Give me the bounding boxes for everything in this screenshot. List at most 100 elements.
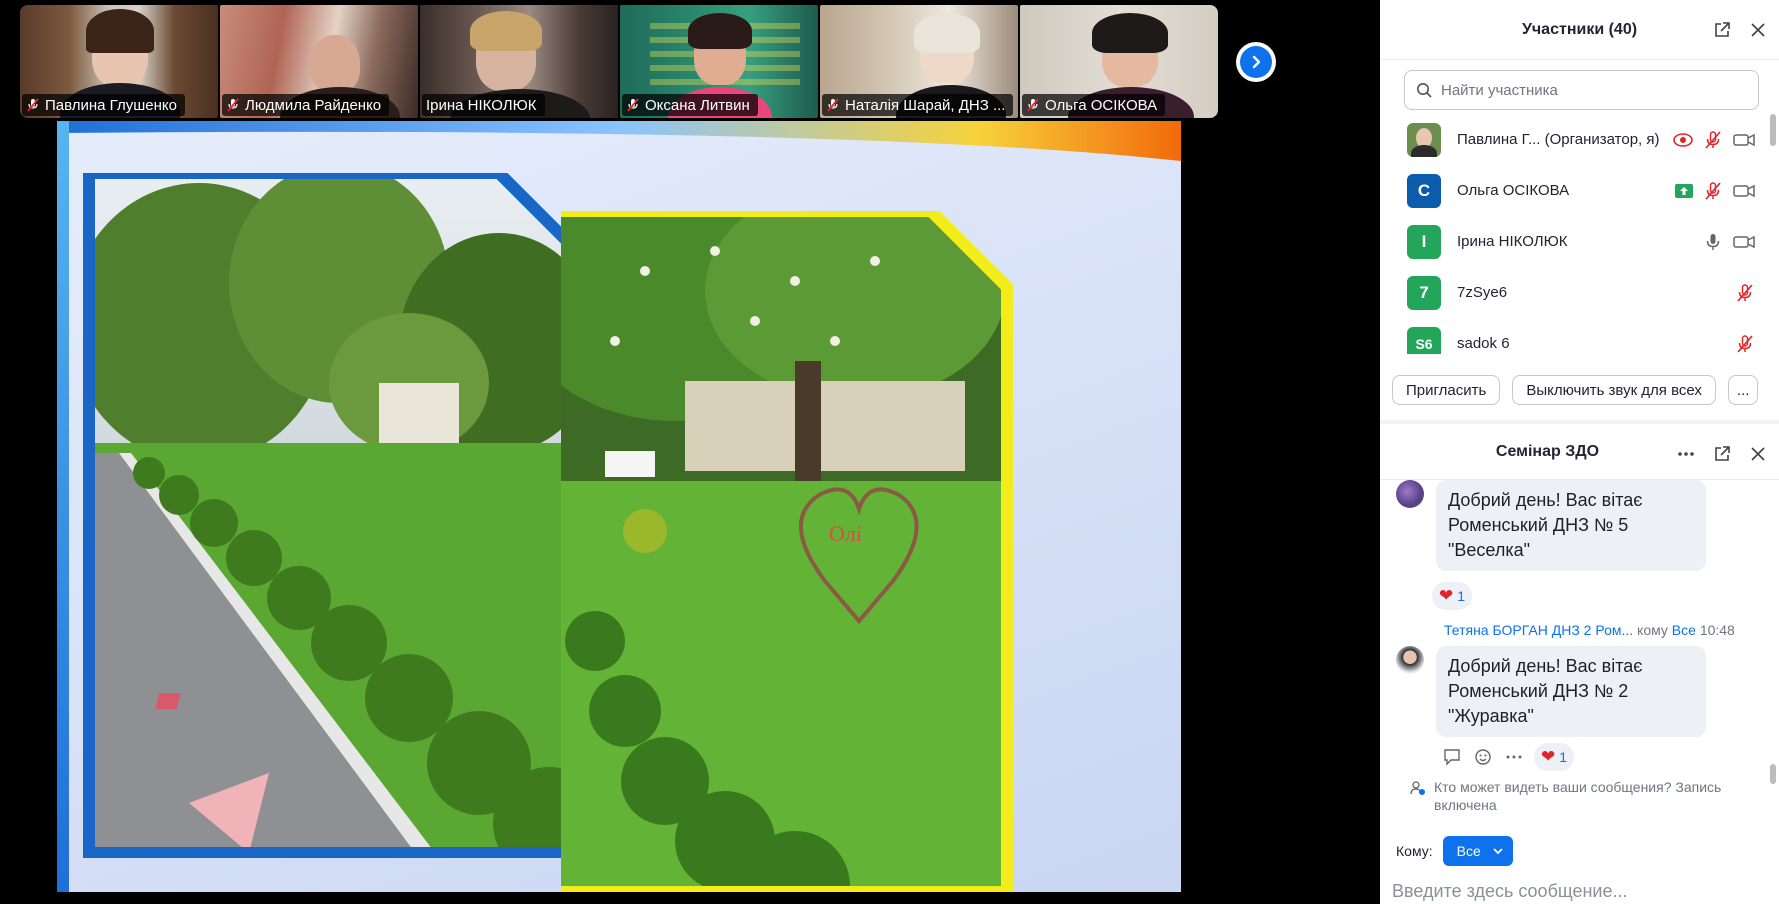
- close-icon: [1751, 23, 1765, 37]
- message-sender-line: Тетяна БОРГАН ДНЗ 2 Ром... кому Все 10:4…: [1444, 622, 1735, 638]
- mic-icon[interactable]: [1703, 232, 1723, 252]
- heart-icon: ❤: [1541, 747, 1556, 766]
- participant-row[interactable]: 7 7zSye6: [1380, 267, 1779, 318]
- chat-header: Семінар ЗДО: [1380, 424, 1779, 480]
- participant-name-label: Людмила Райденко: [222, 94, 390, 116]
- close-participants-button[interactable]: [1747, 19, 1769, 41]
- participant-name: Павлина Глушенко: [45, 96, 177, 114]
- chat-panel: Семінар ЗДО Добрий день! Вас вітає Ромен…: [1380, 420, 1779, 904]
- share-screen-icon: [1675, 183, 1693, 198]
- chat-title: Семінар ЗДО: [1495, 442, 1600, 460]
- video-tile-active-speaker[interactable]: Ірина НІКОЛЮК: [420, 5, 618, 118]
- record-icon: [1673, 132, 1693, 147]
- mute-all-button[interactable]: Выключить звук для всех: [1512, 375, 1716, 405]
- chat-more-button[interactable]: [1675, 443, 1697, 465]
- invite-button[interactable]: Пригласить: [1392, 375, 1501, 405]
- gallery-next-page-button[interactable]: [1236, 42, 1276, 82]
- recipient-label: Кому:: [1396, 843, 1433, 859]
- participant-name-label: Ольга ОСІКОВА: [1022, 94, 1166, 116]
- chat-message[interactable]: Добрий день! Вас вітає Роменський ДНЗ № …: [1436, 646, 1706, 737]
- close-chat-button[interactable]: [1747, 443, 1769, 465]
- video-tile[interactable]: Павлина Глушенко: [20, 5, 218, 118]
- avatar: [1396, 646, 1424, 674]
- avatar: [1407, 122, 1441, 157]
- avatar: С: [1407, 173, 1441, 208]
- heart-sign-text: Олі: [829, 521, 862, 546]
- video-tile[interactable]: Оксана Литвин: [620, 5, 818, 118]
- participant-name-label: Оксана Литвин: [622, 94, 758, 116]
- participant-search: [1404, 70, 1759, 110]
- participants-scrollbar[interactable]: [1770, 114, 1776, 354]
- participant-search-input[interactable]: [1404, 70, 1759, 110]
- avatar: 7: [1407, 275, 1441, 310]
- recipient-prefix: кому: [1637, 622, 1668, 638]
- mic-muted-icon[interactable]: [1735, 334, 1755, 354]
- popout-chat-button[interactable]: [1711, 443, 1733, 465]
- video-tile[interactable]: Людмила Райденко: [220, 5, 418, 118]
- participant-row[interactable]: С Ольга ОСІКОВА: [1380, 165, 1779, 216]
- mic-muted-icon[interactable]: [1703, 181, 1723, 201]
- participant-name-label: Наталія Шарай, ДНЗ ...: [822, 94, 1014, 116]
- participant-row-name: Павлина Г... (Организатор, я): [1457, 131, 1660, 148]
- heart-icon: ❤: [1439, 586, 1454, 605]
- reaction-count: 1: [1457, 588, 1466, 604]
- avatar-initial: І: [1421, 231, 1427, 251]
- more-horizontal-icon[interactable]: [1506, 754, 1522, 760]
- reaction-badge[interactable]: ❤ 1: [1432, 582, 1473, 610]
- popout-participants-button[interactable]: [1711, 19, 1733, 41]
- slide-decorative-stripe: [57, 121, 1181, 161]
- add-reaction-icon[interactable]: [1474, 748, 1494, 766]
- recipient-select-value: Все: [1456, 843, 1481, 859]
- recipient-select[interactable]: Все: [1442, 836, 1513, 866]
- avatar: [1396, 480, 1424, 508]
- scrollbar-thumb[interactable]: [1770, 764, 1776, 784]
- video-icon[interactable]: [1733, 132, 1755, 148]
- chat-messages: Добрий день! Вас вітає Роменський ДНЗ № …: [1380, 480, 1779, 780]
- slide-left-edge: [57, 121, 69, 892]
- participant-row[interactable]: S6 sadok 6: [1380, 318, 1779, 354]
- avatar-initial: S6: [1415, 335, 1433, 352]
- search-icon: [1417, 83, 1432, 98]
- mic-muted-icon: [227, 98, 239, 112]
- participant-row-name: 7zSye6: [1457, 284, 1508, 301]
- participants-actions: Пригласить Выключить звук для всех ...: [1380, 375, 1779, 405]
- chat-scrollbar[interactable]: [1770, 484, 1776, 784]
- recipient-row: Кому: Все: [1396, 836, 1513, 866]
- video-gallery-strip: Павлина Глушенко Людмила Райденко Ірина …: [20, 5, 1220, 118]
- participant-name: Людмила Райденко: [245, 96, 382, 114]
- participant-row[interactable]: Павлина Г... (Организатор, я): [1380, 114, 1779, 165]
- mic-muted-icon[interactable]: [1735, 283, 1755, 303]
- reply-icon[interactable]: [1442, 748, 1462, 766]
- more-options-button[interactable]: ...: [1727, 375, 1759, 405]
- slide-photo-right: Олі: [561, 211, 1013, 892]
- video-tile[interactable]: Ольга ОСІКОВА: [1020, 5, 1218, 118]
- avatar: І: [1407, 224, 1441, 259]
- video-icon[interactable]: [1733, 183, 1755, 199]
- participant-row-name: sadok 6: [1457, 335, 1510, 352]
- sender-name[interactable]: Тетяна БОРГАН ДНЗ 2 Ром...: [1444, 622, 1633, 638]
- chevron-down-icon: [1493, 847, 1503, 854]
- side-panel: Участники (40) Павлина Г...: [1380, 0, 1779, 904]
- chat-message-input[interactable]: [1392, 876, 1767, 904]
- zoom-meeting-window: Павлина Глушенко Людмила Райденко Ірина …: [0, 0, 1779, 904]
- participants-header: Участники (40): [1380, 0, 1779, 60]
- reaction-badge[interactable]: ❤ 1: [1534, 743, 1575, 771]
- message-time: 10:48: [1699, 622, 1735, 638]
- participant-row-name: Ірина НІКОЛЮК: [1457, 233, 1568, 250]
- participant-row[interactable]: І Ірина НІКОЛЮК: [1380, 216, 1779, 267]
- chat-visibility-note[interactable]: Кто может видеть ваши сообщения? Запись …: [1410, 778, 1755, 814]
- recipient-name[interactable]: Все: [1672, 622, 1696, 638]
- shared-screen[interactable]: Олі: [57, 121, 1181, 892]
- chat-message[interactable]: Добрий день! Вас вітає Роменський ДНЗ № …: [1436, 480, 1706, 571]
- more-horizontal-icon: [1678, 452, 1694, 456]
- mic-muted-icon[interactable]: [1703, 130, 1723, 150]
- video-tile[interactable]: Наталія Шарай, ДНЗ ...: [820, 5, 1018, 118]
- popout-icon: [1715, 22, 1730, 37]
- video-icon[interactable]: [1733, 234, 1755, 250]
- participant-name: Ірина НІКОЛЮК: [426, 96, 537, 114]
- avatar: S6: [1407, 326, 1441, 354]
- participant-name: Ольга ОСІКОВА: [1045, 96, 1158, 114]
- scrollbar-thumb[interactable]: [1770, 114, 1776, 146]
- chevron-right-icon: [1252, 55, 1261, 69]
- meeting-area: Павлина Глушенко Людмила Райденко Ірина …: [0, 0, 1380, 904]
